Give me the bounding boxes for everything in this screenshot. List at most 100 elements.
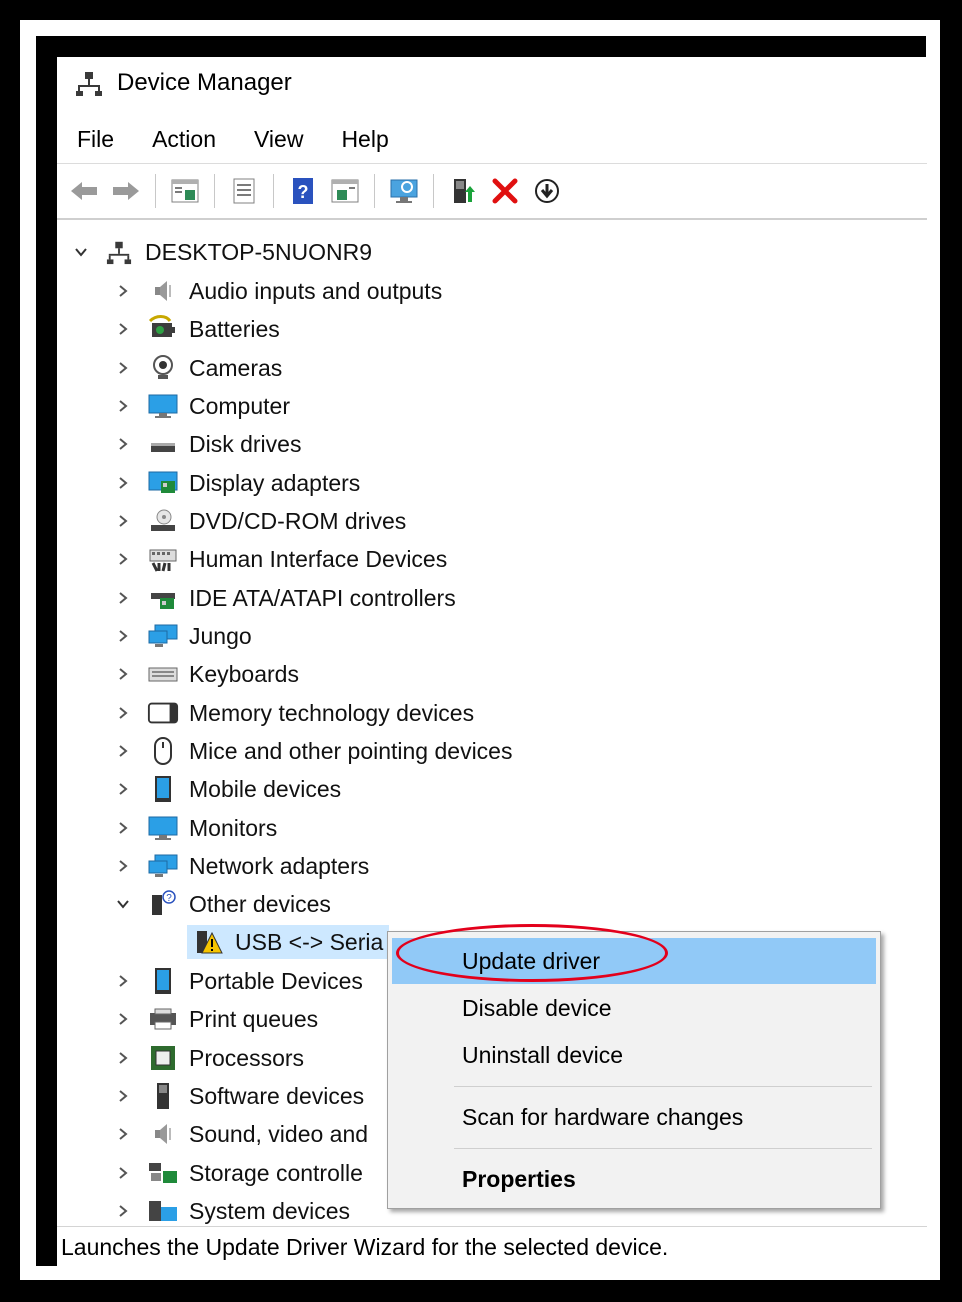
battery-icon xyxy=(147,314,179,344)
install-icon[interactable] xyxy=(530,174,564,208)
back-icon[interactable] xyxy=(67,174,101,208)
properties-icon[interactable] xyxy=(227,174,261,208)
ide-controller-icon xyxy=(147,583,179,613)
menu-scan-hardware[interactable]: Scan for hardware changes xyxy=(392,1094,876,1140)
chevron-right-icon[interactable] xyxy=(113,1124,133,1144)
tree-item-processors[interactable]: Processors xyxy=(113,1039,304,1077)
speaker-icon xyxy=(147,276,179,306)
chevron-right-icon[interactable] xyxy=(113,358,133,378)
toolbar-separator xyxy=(273,174,274,208)
monitor-icon xyxy=(147,813,179,843)
tree-item-cameras[interactable]: Cameras xyxy=(113,349,282,387)
show-hide-console-tree-icon[interactable] xyxy=(168,174,202,208)
computer-root-icon xyxy=(103,237,135,267)
display-adapter-icon xyxy=(147,468,179,498)
tree-item-system[interactable]: System devices xyxy=(113,1192,350,1225)
menu-action[interactable]: Action xyxy=(132,126,234,153)
tree-item-monitors[interactable]: Monitors xyxy=(113,809,277,847)
chevron-right-icon[interactable] xyxy=(113,818,133,838)
tree-item-ide[interactable]: IDE ATA/ATAPI controllers xyxy=(113,579,456,617)
processor-icon xyxy=(147,1043,179,1073)
tree-item-disk-drives[interactable]: Disk drives xyxy=(113,425,301,463)
tree-item-portable[interactable]: Portable Devices xyxy=(113,962,363,1000)
toolbar-separator xyxy=(155,174,156,208)
device-manager-window: Device Manager File Action View Help ? D… xyxy=(57,57,927,1267)
tree-item-print-queues[interactable]: Print queues xyxy=(113,1000,318,1038)
chevron-right-icon[interactable] xyxy=(113,281,133,301)
mobile-device-icon xyxy=(147,774,179,804)
scan-hardware-icon[interactable] xyxy=(387,174,421,208)
menu-uninstall-device[interactable]: Uninstall device xyxy=(392,1032,876,1078)
device-manager-app-icon xyxy=(75,69,103,97)
chevron-right-icon[interactable] xyxy=(113,1163,133,1183)
action-pane-icon[interactable] xyxy=(328,174,362,208)
tree-item-keyboards[interactable]: Keyboards xyxy=(113,655,299,693)
chevron-right-icon[interactable] xyxy=(113,626,133,646)
chevron-right-icon[interactable] xyxy=(113,588,133,608)
menu-separator xyxy=(454,1086,872,1087)
chevron-right-icon[interactable] xyxy=(113,549,133,569)
mouse-icon xyxy=(147,736,179,766)
svg-text:?: ? xyxy=(298,182,309,202)
update-driver-icon[interactable] xyxy=(446,174,480,208)
help-icon[interactable]: ? xyxy=(286,174,320,208)
chevron-right-icon[interactable] xyxy=(113,703,133,723)
chevron-right-icon[interactable] xyxy=(113,396,133,416)
dvd-drive-icon xyxy=(147,506,179,536)
annotation-ellipse xyxy=(396,924,668,982)
tree-root-row[interactable]: DESKTOP-5NUONR9 xyxy=(71,233,372,271)
chevron-right-icon[interactable] xyxy=(113,319,133,339)
tree-item-jungo[interactable]: Jungo xyxy=(113,617,252,655)
tree-item-display-adapters[interactable]: Display adapters xyxy=(113,464,360,502)
menu-disable-device[interactable]: Disable device xyxy=(392,985,876,1031)
chevron-down-icon[interactable] xyxy=(71,242,91,262)
toolbar-separator xyxy=(433,174,434,208)
chevron-right-icon[interactable] xyxy=(113,1201,133,1221)
chevron-right-icon[interactable] xyxy=(113,856,133,876)
warning-device-icon xyxy=(193,927,225,957)
status-bar: Launches the Update Driver Wizard for th… xyxy=(57,1226,927,1267)
jungo-icon xyxy=(147,621,179,651)
tree-item-network[interactable]: Network adapters xyxy=(113,847,369,885)
tree-item-dvd[interactable]: DVD/CD-ROM drives xyxy=(113,502,406,540)
tree-item-memory[interactable]: Memory technology devices xyxy=(113,694,474,732)
svg-text:?: ? xyxy=(166,893,172,904)
toolbar-separator xyxy=(374,174,375,208)
chevron-right-icon[interactable] xyxy=(113,1009,133,1029)
menu-view[interactable]: View xyxy=(234,126,321,153)
portable-device-icon xyxy=(147,966,179,996)
tree-item-usb-serial[interactable]: USB <-> Seria xyxy=(181,923,390,961)
chevron-down-icon[interactable] xyxy=(113,894,133,914)
menu-properties[interactable]: Properties xyxy=(392,1156,876,1202)
tree-item-sound[interactable]: Sound, video and xyxy=(113,1115,368,1153)
chevron-right-icon[interactable] xyxy=(113,1048,133,1068)
chevron-right-icon[interactable] xyxy=(113,664,133,684)
speaker-icon xyxy=(147,1119,179,1149)
menu-file[interactable]: File xyxy=(57,126,132,153)
chevron-right-icon[interactable] xyxy=(113,473,133,493)
unknown-device-icon: ? xyxy=(147,889,179,919)
tree-item-computer[interactable]: Computer xyxy=(113,387,290,425)
uninstall-icon[interactable] xyxy=(488,174,522,208)
chevron-right-icon[interactable] xyxy=(113,779,133,799)
chevron-right-icon[interactable] xyxy=(113,741,133,761)
root-label: DESKTOP-5NUONR9 xyxy=(145,238,373,265)
chevron-right-icon[interactable] xyxy=(113,1086,133,1106)
chevron-right-icon[interactable] xyxy=(113,434,133,454)
tree-item-mobile[interactable]: Mobile devices xyxy=(113,770,341,808)
tree-item-audio[interactable]: Audio inputs and outputs xyxy=(113,272,442,310)
tree-item-hid[interactable]: Human Interface Devices xyxy=(113,540,447,578)
forward-icon[interactable] xyxy=(109,174,143,208)
menu-help[interactable]: Help xyxy=(321,126,406,153)
tree-item-mice[interactable]: Mice and other pointing devices xyxy=(113,732,512,770)
tree-item-batteries[interactable]: Batteries xyxy=(113,310,280,348)
window-title: Device Manager xyxy=(117,69,292,96)
tree-item-other-devices[interactable]: ? Other devices xyxy=(113,885,331,923)
printer-icon xyxy=(147,1004,179,1034)
tree-item-storage[interactable]: Storage controlle xyxy=(113,1154,363,1192)
tree-item-software[interactable]: Software devices xyxy=(113,1077,364,1115)
network-adapter-icon xyxy=(147,851,179,881)
menu-bar: File Action View Help xyxy=(57,119,407,159)
chevron-right-icon[interactable] xyxy=(113,511,133,531)
chevron-right-icon[interactable] xyxy=(113,971,133,991)
